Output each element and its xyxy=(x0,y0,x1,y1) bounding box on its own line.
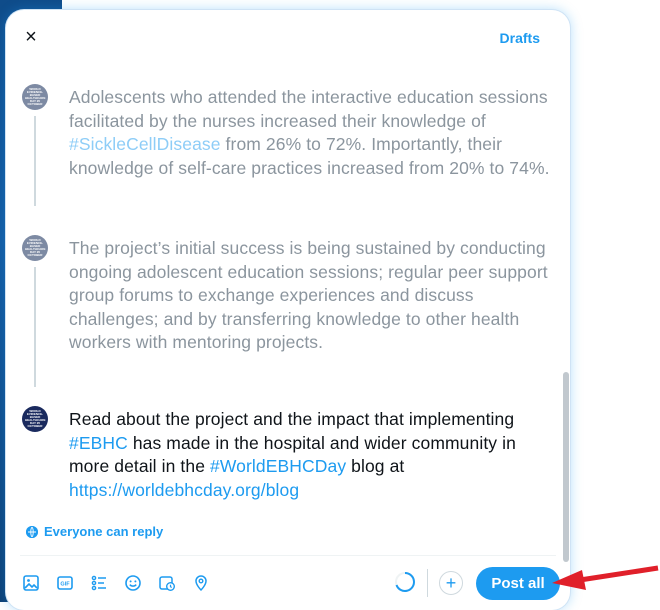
scrollbar-thumb[interactable] xyxy=(563,372,569,562)
hashtag-link[interactable]: #SickleCellDisease xyxy=(69,134,221,154)
avatar-text: WORLD EVIDENCE-BASED HEALTHCARE DAY 20 O… xyxy=(25,409,46,428)
header-area xyxy=(64,22,484,48)
drafts-button[interactable]: Drafts xyxy=(500,30,540,46)
avatar: WORLD EVIDENCE-BASED HEALTHCARE DAY 20 O… xyxy=(22,406,48,432)
scrollbar[interactable] xyxy=(561,10,570,610)
text-segment: Adolescents who attended the interactive… xyxy=(69,87,548,131)
hashtag-link[interactable]: #WorldEBHCDay xyxy=(210,456,346,476)
post-text[interactable]: The project’s initial success is being s… xyxy=(69,237,559,355)
gif-icon[interactable]: GIF xyxy=(54,572,76,594)
reply-setting-button[interactable]: Everyone can reply xyxy=(26,524,163,539)
plus-icon: + xyxy=(445,573,457,593)
poll-icon[interactable] xyxy=(88,572,110,594)
thread-line xyxy=(34,267,36,387)
text-segment: blog at xyxy=(346,456,405,476)
reply-setting-label: Everyone can reply xyxy=(44,524,164,539)
text-segment: Read about the project and the impact th… xyxy=(69,409,515,429)
emoji-icon[interactable] xyxy=(122,572,144,594)
svg-text:GIF: GIF xyxy=(60,582,70,588)
globe-icon xyxy=(26,525,38,538)
avatar: WORLD EVIDENCE-BASED HEALTHCARE DAY 20 O… xyxy=(22,84,48,110)
avatar-text: WORLD EVIDENCE-BASED HEALTHCARE DAY 20 O… xyxy=(25,87,46,106)
compose-thread-dialog: × Drafts WORLD EVIDENCE-BASED HEALTHCARE… xyxy=(6,10,570,610)
close-button[interactable]: × xyxy=(20,26,42,48)
compose-toolbar: GIF xyxy=(20,568,212,598)
post-text-input[interactable]: Read about the project and the impact th… xyxy=(69,408,559,502)
thread-line xyxy=(34,116,36,206)
image-icon[interactable] xyxy=(20,572,42,594)
text-segment: The project’s initial success is being s… xyxy=(69,238,548,352)
avatar-text: WORLD EVIDENCE-BASED HEALTHCARE DAY 20 O… xyxy=(25,238,46,257)
close-icon: × xyxy=(25,26,37,48)
hashtag-link[interactable]: #EBHC xyxy=(69,433,128,453)
schedule-icon[interactable] xyxy=(156,572,178,594)
post-text[interactable]: Adolescents who attended the interactive… xyxy=(69,86,559,180)
url-link[interactable]: https://worldebhcday.org/blog xyxy=(69,480,299,500)
toolbar-separator xyxy=(427,569,428,597)
location-icon[interactable] xyxy=(190,572,212,594)
avatar: WORLD EVIDENCE-BASED HEALTHCARE DAY 20 O… xyxy=(22,235,48,261)
red-arrow-annotation xyxy=(552,565,659,590)
character-count-ring xyxy=(394,571,416,593)
divider xyxy=(20,555,556,556)
add-post-button[interactable]: + xyxy=(439,571,463,595)
